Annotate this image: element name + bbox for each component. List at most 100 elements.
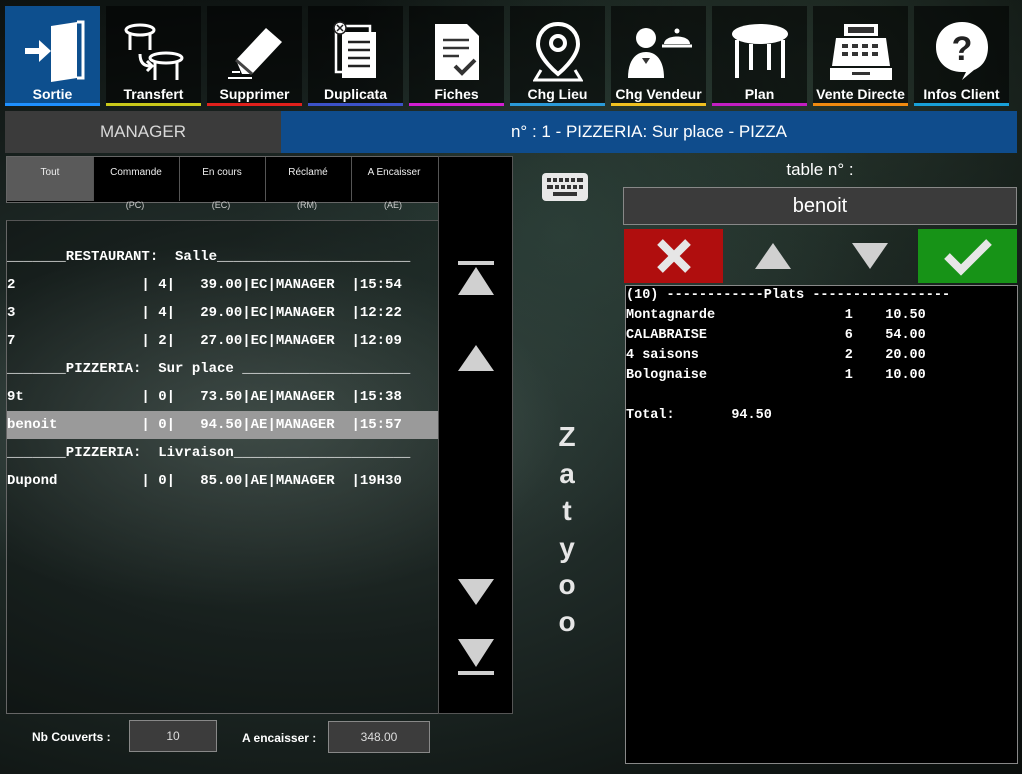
- tab-en-cours[interactable]: En cours: [179, 157, 266, 201]
- order-info: n° : 1 - PIZZERIA: Sur place - PIZZA: [281, 111, 1017, 153]
- cancel-button[interactable]: [624, 229, 723, 283]
- order-ticket: (10) ------------Plats -----------------…: [625, 285, 1018, 764]
- tab-code: (EC): [211, 200, 231, 210]
- table-icon: [712, 20, 807, 86]
- ticket-item: CALABRAISE 6 54.00: [626, 328, 926, 343]
- color-bar: [106, 103, 201, 106]
- color-bar: [5, 103, 100, 106]
- transfert-button[interactable]: Transfert: [106, 6, 201, 106]
- to-cash-label: A encaisser :: [242, 731, 317, 745]
- arrow-up-icon: [754, 243, 791, 269]
- tab-label: A Encaisser: [367, 167, 421, 178]
- plan-button[interactable]: Plan: [712, 6, 807, 106]
- color-bar: [914, 103, 1009, 106]
- brand-letter: t: [562, 495, 572, 526]
- ticket-total: Total: 94.50: [626, 408, 772, 423]
- eraser-icon: [207, 20, 302, 86]
- scroll-top-icon: [458, 261, 494, 295]
- toolbar: Sortie Transfert Supprimer Duplicata Fic…: [5, 6, 1017, 106]
- section-header: _______PIZZERIA: Sur place _____________…: [7, 361, 411, 377]
- supprimer-button[interactable]: Supprimer: [207, 6, 302, 106]
- duplicate-document-icon: [308, 20, 403, 86]
- sortie-label: Sortie: [32, 86, 73, 102]
- brand-letter: Z: [558, 421, 576, 452]
- orders-list: _______RESTAURANT: Salle________________…: [6, 220, 439, 714]
- ticket-item: Montagnarde 1 10.50: [626, 308, 926, 323]
- fiches-button[interactable]: Fiches: [409, 6, 504, 106]
- exit-door-icon: [5, 20, 100, 86]
- brand-zatyoo: Z a t y o o: [555, 418, 579, 640]
- scroll-top-button[interactable]: [457, 259, 495, 304]
- brand-letter: y: [559, 532, 575, 563]
- infos-client-button[interactable]: ? Infos Client: [914, 6, 1009, 106]
- checklist-icon: [409, 20, 504, 86]
- tab-tout[interactable]: Tout: [7, 157, 94, 201]
- filter-tabs: Tout Commande En cours Réclamé A Encaiss…: [6, 156, 439, 203]
- tab-label: Commande: [110, 167, 162, 178]
- color-bar: [308, 103, 403, 106]
- infos-client-label: Infos Client: [923, 86, 1000, 102]
- tab-label: En cours: [202, 167, 242, 178]
- scroll-bottom-button[interactable]: [457, 637, 495, 682]
- location-pin-icon: [510, 20, 605, 86]
- user-name: MANAGER: [5, 111, 281, 153]
- chg-lieu-label: Chg Lieu: [527, 86, 588, 102]
- confirm-button[interactable]: [918, 229, 1017, 283]
- tab-code: (PC): [125, 200, 145, 210]
- ticket-item: 4 saisons 2 20.00: [626, 348, 926, 363]
- tab-label: Réclamé: [288, 167, 328, 178]
- section-header: _______PIZZERIA: Livraison______________…: [7, 445, 411, 461]
- order-row[interactable]: 7 | 2| 27.00|EC|MANAGER |12:09: [7, 327, 438, 355]
- brand-letter: o: [558, 606, 576, 637]
- order-row[interactable]: 2 | 4| 39.00|EC|MANAGER |15:54: [7, 271, 438, 299]
- keyboard-button[interactable]: [541, 172, 589, 202]
- close-icon: [656, 239, 691, 273]
- tab-commande[interactable]: Commande: [93, 157, 180, 201]
- scroll-up-button[interactable]: [457, 343, 495, 378]
- color-bar: [510, 103, 605, 106]
- table-name-field[interactable]: benoit: [623, 187, 1017, 225]
- transfer-tables-icon: [106, 20, 201, 86]
- to-cash-field[interactable]: 348.00: [328, 721, 430, 753]
- vente-directe-button[interactable]: Vente Directe: [813, 6, 908, 106]
- color-bar: [207, 103, 302, 106]
- brand-letter: o: [558, 569, 576, 600]
- scroll-down-button[interactable]: [457, 577, 495, 612]
- tab-code: (AE): [384, 200, 402, 210]
- color-bar: [409, 103, 504, 106]
- arrow-down-icon: [851, 243, 888, 269]
- color-bar: [712, 103, 807, 106]
- chg-lieu-button[interactable]: Chg Lieu: [510, 6, 605, 106]
- sortie-button[interactable]: Sortie: [5, 6, 100, 106]
- move-up-button[interactable]: [723, 229, 822, 283]
- chg-vendeur-button[interactable]: Chg Vendeur: [611, 6, 706, 106]
- keyboard-icon: [542, 173, 588, 201]
- scroll-controls: [438, 156, 513, 714]
- scroll-bottom-icon: [458, 639, 494, 675]
- plan-label: Plan: [744, 86, 775, 102]
- tab-code: (RM): [297, 200, 317, 210]
- svg-text:?: ?: [951, 30, 972, 68]
- color-bar: [611, 103, 706, 106]
- supprimer-label: Supprimer: [219, 86, 290, 102]
- fiches-label: Fiches: [434, 86, 479, 102]
- cash-register-icon: [813, 20, 908, 86]
- tab-a-encaisser[interactable]: A Encaisser: [351, 157, 437, 201]
- order-row[interactable]: 9t | 0| 73.50|AE|MANAGER |15:38: [7, 383, 438, 411]
- section-header: _______RESTAURANT: Salle________________…: [7, 249, 411, 265]
- covers-label: Nb Couverts :: [32, 730, 111, 744]
- move-down-button[interactable]: [820, 229, 919, 283]
- duplicata-label: Duplicata: [323, 86, 387, 102]
- order-row-selected[interactable]: benoit | 0| 94.50|AE|MANAGER |15:57: [7, 411, 438, 439]
- chg-vendeur-label: Chg Vendeur: [615, 86, 702, 102]
- vente-directe-label: Vente Directe: [816, 86, 905, 102]
- checkmark-icon: [943, 239, 992, 276]
- brand-letter: a: [559, 458, 575, 489]
- covers-field[interactable]: 10: [129, 720, 217, 752]
- tab-reclame[interactable]: Réclamé: [265, 157, 352, 201]
- order-row[interactable]: Dupond | 0| 85.00|AE|MANAGER |19H30: [7, 467, 438, 495]
- ticket-item: Bolognaise 1 10.00: [626, 368, 926, 383]
- tab-label: Tout: [40, 167, 60, 178]
- order-row[interactable]: 3 | 4| 29.00|EC|MANAGER |12:22: [7, 299, 438, 327]
- duplicata-button[interactable]: Duplicata: [308, 6, 403, 106]
